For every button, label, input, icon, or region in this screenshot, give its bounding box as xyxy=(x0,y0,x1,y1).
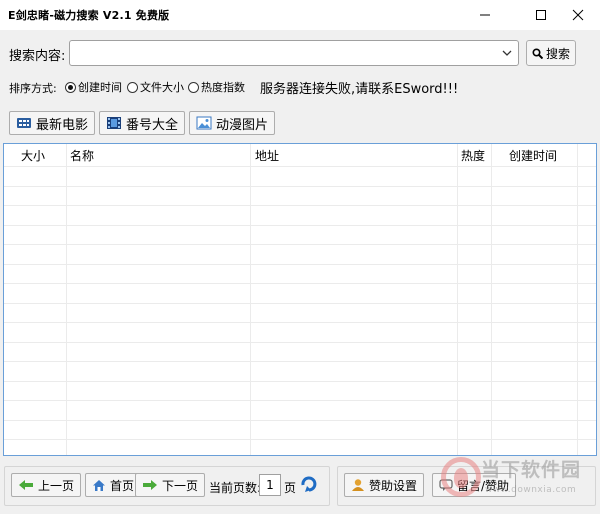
prev-page-button[interactable]: 上一页 xyxy=(11,473,82,497)
search-icon xyxy=(532,47,543,59)
search-label: 搜索内容: xyxy=(9,49,66,64)
status-message: 服务器连接失败,请联系ESword!!! xyxy=(260,82,459,97)
window-title: E剑忠睹-磁力搜索 V2.1 免费版 xyxy=(8,9,170,22)
latest-movies-button[interactable]: 最新电影 xyxy=(9,111,96,135)
row-divider xyxy=(4,342,596,343)
row-divider xyxy=(4,420,596,421)
search-input[interactable] xyxy=(70,41,490,65)
watermark-logo-icon xyxy=(441,457,481,497)
anime-images-button[interactable]: 动漫图片 xyxy=(189,111,276,135)
row-divider xyxy=(4,361,596,362)
current-page-label: 当前页数: xyxy=(209,481,262,495)
go-page-button[interactable] xyxy=(298,473,320,495)
search-button-label: 搜索 xyxy=(545,46,570,61)
watermark: 当下软件园 www.downxia.com xyxy=(441,455,591,511)
column-header-created[interactable]: 创建时间 xyxy=(509,146,557,166)
film-icon xyxy=(17,118,31,128)
sort-radio-created[interactable]: 创建时间 xyxy=(65,79,122,95)
column-divider xyxy=(491,144,492,455)
radio-empty-icon xyxy=(188,81,199,93)
arrow-left-icon xyxy=(19,480,33,490)
column-divider xyxy=(250,144,251,455)
column-divider xyxy=(577,144,578,455)
title-bar: E剑忠睹-磁力搜索 V2.1 免费版 xyxy=(0,0,600,30)
column-divider xyxy=(457,144,458,455)
search-button[interactable]: 搜索 xyxy=(526,40,576,66)
radio-empty-icon xyxy=(127,81,138,93)
results-table[interactable]: 大小 名称 地址 热度 创建时间 xyxy=(3,143,597,456)
column-header-heat[interactable]: 热度 xyxy=(461,146,485,166)
column-header-size[interactable]: 大小 xyxy=(21,146,45,166)
film-strip-icon xyxy=(107,117,121,129)
sponsor-settings-button[interactable]: 赞助设置 xyxy=(344,473,425,497)
row-divider xyxy=(4,225,596,226)
radio-selected-icon xyxy=(65,81,76,93)
sort-label: 排序方式: xyxy=(9,82,57,95)
sort-radio-size[interactable]: 文件大小 xyxy=(127,79,184,95)
page-number-input[interactable]: 1 xyxy=(259,474,281,496)
close-icon xyxy=(572,9,584,21)
row-divider xyxy=(4,322,596,323)
next-page-button[interactable]: 下一页 xyxy=(135,473,206,497)
user-icon xyxy=(352,479,364,491)
refresh-icon xyxy=(301,476,317,492)
maximize-icon xyxy=(536,10,546,20)
row-divider xyxy=(4,303,596,304)
row-divider xyxy=(4,400,596,401)
sort-radio-heat[interactable]: 热度指数 xyxy=(188,79,245,95)
column-header-address[interactable]: 地址 xyxy=(255,146,279,166)
column-divider xyxy=(66,144,67,455)
row-divider xyxy=(4,264,596,265)
page-unit-label: 页 xyxy=(284,481,297,495)
home-icon xyxy=(93,479,105,491)
row-divider xyxy=(4,283,596,284)
close-button[interactable] xyxy=(555,0,600,30)
codes-button[interactable]: 番号大全 xyxy=(99,111,186,135)
image-icon xyxy=(196,116,212,130)
watermark-name: 当下软件园 xyxy=(481,459,582,481)
row-divider xyxy=(4,381,596,382)
row-divider xyxy=(4,244,596,245)
chevron-down-icon[interactable] xyxy=(498,44,516,62)
minimize-icon xyxy=(480,14,490,16)
minimize-button[interactable] xyxy=(462,0,508,30)
row-divider xyxy=(4,439,596,440)
row-divider xyxy=(4,205,596,206)
row-divider xyxy=(4,186,596,187)
column-header-name[interactable]: 名称 xyxy=(70,146,94,166)
home-page-button[interactable]: 首页 xyxy=(85,473,142,497)
watermark-url: www.downxia.com xyxy=(485,485,577,495)
row-divider xyxy=(4,166,596,167)
arrow-right-icon xyxy=(143,480,157,490)
search-combobox[interactable] xyxy=(69,40,519,66)
